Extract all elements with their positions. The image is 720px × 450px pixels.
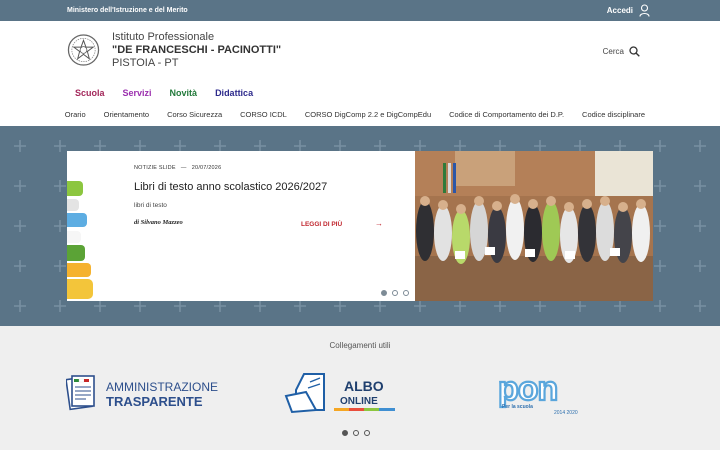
links-dot-2[interactable] (353, 430, 359, 436)
carousel-dot-1[interactable] (381, 290, 387, 296)
slide-tag[interactable]: libri di testo (134, 202, 167, 209)
search-button[interactable]: Cerca (603, 46, 640, 57)
school-title: "DE FRANCESCHI - PACINOTTI" (112, 44, 282, 56)
slide-meta: NOTIZIE SLIDE — 20/07/2026 (134, 165, 221, 171)
subnav-codice-disciplinare[interactable]: Codice disciplinare (582, 110, 645, 119)
top-bar: Ministero dell'Istruzione e del Merito A… (0, 0, 720, 21)
school-city: PISTOIA - PT (112, 57, 179, 69)
useful-links-section: Collegamenti utili AMMINISTRAZIONE TRASP… (0, 326, 720, 450)
albo-online-banner[interactable]: ALBO ONLINE (284, 370, 400, 420)
search-label: Cerca (602, 47, 624, 56)
pon-subtitle: Per la scuola (502, 404, 533, 410)
arrow-right-icon[interactable]: → (375, 219, 383, 228)
slide-date: 20/07/2026 (191, 165, 222, 171)
subnav-corso-sicurezza[interactable]: Corso Sicurezza (167, 110, 222, 119)
folder-icon (284, 373, 325, 414)
login-label: Accedi (606, 6, 633, 15)
slide-title[interactable]: Libri di testo anno scolastico 2026/2027 (134, 181, 327, 193)
school-name[interactable]: Istituto Professionale "DE FRANCESCHI - … (112, 31, 281, 70)
albo-line2: ONLINE (340, 396, 378, 407)
subnav-codice-comportamento[interactable]: Codice di Comportamento dei D.P. (449, 110, 564, 119)
user-icon (639, 4, 650, 17)
slide-card[interactable]: NOTIZIE SLIDE — 20/07/2026 Libri di test… (67, 151, 415, 301)
pon-years: 2014 2020 (554, 410, 578, 416)
carousel-pagination (381, 290, 409, 296)
links-pagination (342, 430, 370, 436)
nav-servizi[interactable]: Servizi (123, 88, 152, 98)
subnav-corso-icdl[interactable]: CORSO ICDL (240, 110, 287, 119)
subnav-corso-digcomp[interactable]: CORSO DigComp 2.2 e DigCompEdu (305, 110, 431, 119)
pon-banner[interactable]: pon Per la scuola 2014 2020 (498, 370, 582, 418)
pon-logo-text: pon (498, 370, 557, 408)
carousel-dot-2[interactable] (392, 290, 398, 296)
nav-scuola[interactable]: Scuola (75, 88, 105, 98)
links-dot-1[interactable] (342, 430, 348, 436)
search-icon (629, 46, 640, 57)
amm-line1: AMMINISTRAZIONE (106, 380, 218, 394)
login-button[interactable]: Accedi (607, 4, 650, 17)
read-more-link[interactable]: LEGGI DI PIÙ (301, 221, 342, 228)
books-illustration (67, 181, 93, 299)
useful-links-title: Collegamenti utili (329, 341, 391, 350)
hero-carousel: NOTIZIE SLIDE — 20/07/2026 Libri di test… (0, 126, 720, 326)
main-navigation: Scuola Servizi Novità Didattica (75, 88, 271, 98)
subnav-orientamento[interactable]: Orientamento (104, 110, 149, 119)
ministry-link[interactable]: Ministero dell'Istruzione e del Merito (67, 7, 188, 14)
site-header: Istituto Professionale "DE FRANCESCHI - … (0, 21, 720, 126)
slide-author: di Silvano Mazzeo (134, 219, 183, 226)
slide-category[interactable]: NOTIZIE SLIDE (134, 165, 176, 171)
subnav-orario[interactable]: Orario (65, 110, 86, 119)
republic-emblem-icon[interactable] (67, 33, 100, 67)
amm-line2: TRASPARENTE (106, 394, 203, 409)
carousel-dot-3[interactable] (403, 290, 409, 296)
secondary-navigation: Orario Orientamento Corso Sicurezza CORS… (47, 110, 645, 119)
amministrazione-trasparente-banner[interactable]: AMMINISTRAZIONE TRASPARENTE (66, 370, 218, 420)
links-dot-3[interactable] (364, 430, 370, 436)
slide-photo[interactable] (415, 151, 653, 301)
meta-separator: — (180, 165, 187, 171)
nav-novita[interactable]: Novità (170, 88, 198, 98)
documents-icon (66, 375, 95, 411)
nav-didattica[interactable]: Didattica (215, 88, 253, 98)
school-type: Istituto Professionale (112, 31, 215, 43)
albo-line1: ALBO (344, 378, 384, 394)
